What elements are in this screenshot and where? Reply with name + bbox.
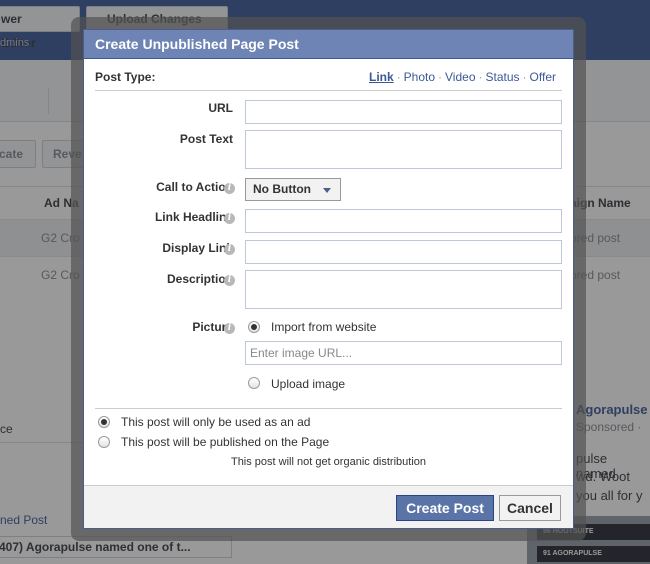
- divider: [95, 90, 562, 91]
- dialog-title: Create Unpublished Page Post: [84, 30, 573, 59]
- upload-image-label[interactable]: Upload image: [271, 377, 345, 391]
- headline-label: Link Headline: [154, 210, 233, 224]
- chevron-down-icon: [323, 188, 331, 193]
- info-icon[interactable]: i: [224, 183, 235, 194]
- create-post-button[interactable]: Create Post: [396, 495, 494, 521]
- divider: [95, 408, 562, 409]
- headline-input[interactable]: [245, 209, 562, 233]
- cta-dropdown[interactable]: No Button: [245, 178, 341, 201]
- display-link-label: Display Link: [162, 241, 233, 255]
- ad-only-label[interactable]: This post will only be used as an ad: [121, 415, 310, 429]
- display-link-input[interactable]: [245, 240, 562, 264]
- post-type-label: Post Type:: [95, 70, 156, 84]
- info-icon[interactable]: i: [224, 323, 235, 334]
- post-type-link-tab[interactable]: Link: [369, 70, 394, 84]
- separator: ·: [478, 70, 483, 84]
- import-from-website-label[interactable]: Import from website: [271, 320, 376, 334]
- cancel-button[interactable]: Cancel: [499, 495, 561, 521]
- post-type-photo-tab[interactable]: Photo: [404, 70, 435, 84]
- cta-selected-value: No Button: [253, 182, 311, 196]
- info-icon[interactable]: i: [224, 275, 235, 286]
- import-from-website-radio[interactable]: [248, 321, 260, 333]
- ad-only-radio[interactable]: [98, 416, 110, 428]
- description-input[interactable]: [245, 270, 562, 309]
- post-type-offer-tab[interactable]: Offer: [530, 70, 556, 84]
- info-icon[interactable]: i: [224, 244, 235, 255]
- post-type-video-tab[interactable]: Video: [445, 70, 475, 84]
- post-type-status-tab[interactable]: Status: [486, 70, 520, 84]
- separator: ·: [396, 70, 401, 84]
- dialog-footer: Create Post Cancel: [84, 485, 573, 528]
- cta-label: Call to Action: [156, 180, 233, 194]
- publish-on-page-radio[interactable]: [98, 436, 110, 448]
- post-text-label: Post Text: [179, 132, 233, 146]
- separator: ·: [438, 70, 443, 84]
- distribution-note: This post will not get organic distribut…: [230, 456, 427, 468]
- create-post-dialog: Create Unpublished Page Post Post Type: …: [83, 29, 574, 529]
- upload-image-radio[interactable]: [248, 377, 260, 389]
- post-text-input[interactable]: [245, 130, 562, 169]
- info-icon[interactable]: i: [224, 213, 235, 224]
- image-url-input[interactable]: Enter image URL...: [245, 341, 562, 365]
- publish-on-page-label[interactable]: This post will be published on the Page: [121, 435, 329, 449]
- separator: ·: [522, 70, 527, 84]
- url-label: URL: [208, 101, 233, 115]
- url-input[interactable]: [245, 100, 562, 124]
- post-type-tabs: Link · Photo · Video · Status · Offer: [369, 70, 556, 84]
